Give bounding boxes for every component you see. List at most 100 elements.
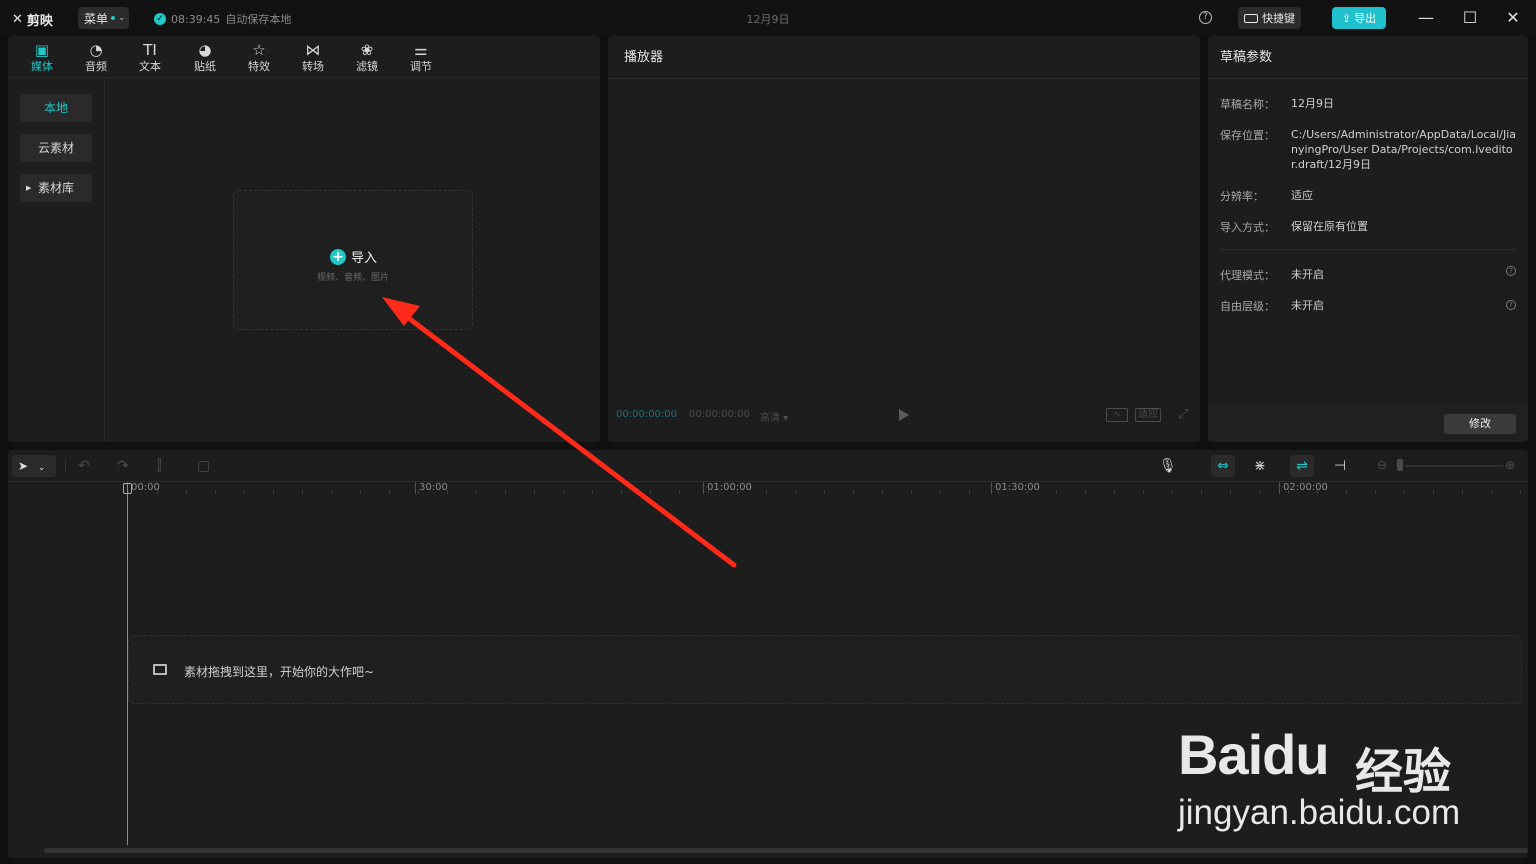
watermark-brand: Bai xyxy=(1178,723,1263,786)
maximize-button[interactable]: ☐ xyxy=(1460,8,1480,28)
tab-effects[interactable]: ☆ 特效 xyxy=(239,40,279,78)
export-label: 导出 xyxy=(1354,12,1377,25)
snap-icon[interactable]: ⋇ xyxy=(1254,458,1266,474)
project-title: 12月9日 xyxy=(746,13,790,26)
nav-library[interactable]: ▶ 素材库 xyxy=(20,174,92,202)
select-tool[interactable]: ➤ ⌄ xyxy=(12,455,56,477)
media-icon: ▣ xyxy=(34,41,50,59)
tab-label: 媒体 xyxy=(31,60,53,73)
filter-icon: ❀ xyxy=(360,41,374,59)
help-icon[interactable]: ? xyxy=(1199,11,1212,24)
nav-cloud[interactable]: 云素材 xyxy=(20,134,92,162)
tab-label: 文本 xyxy=(139,60,161,73)
playhead-handle[interactable] xyxy=(123,483,132,494)
draft-footer: 修改 xyxy=(1208,406,1528,442)
import-dropzone[interactable]: + 导入 视频、音频、图片 xyxy=(233,190,473,330)
draft-row-location: 保存位置： C:/Users/Administrator/AppData/Loc… xyxy=(1220,127,1519,172)
draft-panel: 草稿参数 草稿名称： 12月9日 保存位置： C:/Users/Administ… xyxy=(1208,36,1528,442)
split-icon[interactable]: ⫿ xyxy=(157,458,161,474)
tool-tabs: ▣ 媒体 ◔ 音频 TI 文本 ◕ 贴纸 ☆ 特效 ⋈ 转场 ❀ 滤镜 ⚌ 调节 xyxy=(8,36,600,78)
draft-key: 自由层级： xyxy=(1220,300,1275,313)
player-controls: 00:00:00:00 00:00:00:00 高清 ▾ ∿ 适应 ⤢ xyxy=(608,404,1200,428)
close-button[interactable]: ✕ xyxy=(1503,8,1523,28)
tab-adjust[interactable]: ⚌ 调节 xyxy=(401,40,441,78)
cursor-icon: ➤ xyxy=(18,459,29,473)
tab-label: 特效 xyxy=(248,60,270,73)
draft-row-import-mode: 导入方式： 保留在原有位置 xyxy=(1220,219,1519,235)
draft-value: 未开启 xyxy=(1291,268,1324,281)
keyboard-icon xyxy=(1244,13,1258,23)
audio-icon: ◔ xyxy=(89,41,103,59)
tab-transition[interactable]: ⋈ 转场 xyxy=(293,40,333,78)
shortcut-button[interactable]: 快捷键 xyxy=(1238,7,1301,29)
player-panel: 播放器 00:00:00:00 00:00:00:00 高清 ▾ ∿ 适应 ⤢ xyxy=(608,36,1200,442)
nav-local[interactable]: 本地 xyxy=(20,94,92,122)
timeline-toolbar: ➤ ⌄ ↶ ↷ ⫿ ▢ 🎙︎ ⇔ ⋇ ⇌ ⊣ ⊖ ⊕ xyxy=(8,450,1528,482)
quality-select[interactable]: 高清 ▾ xyxy=(760,409,788,424)
draft-row-name: 草稿名称： 12月9日 xyxy=(1220,96,1519,112)
watermark-jingyan: 经验 xyxy=(1355,744,1452,800)
draft-value: 未开启 xyxy=(1291,299,1324,312)
main-track-dropzone[interactable]: 素材拖拽到这里，开始你的大作吧~ xyxy=(128,635,1522,704)
redo-icon[interactable]: ↷ xyxy=(117,458,129,474)
horizontal-scrollbar[interactable] xyxy=(44,848,1528,853)
draft-key: 代理模式： xyxy=(1220,269,1275,282)
main-track-magnet-icon[interactable]: ⇔ xyxy=(1211,455,1235,477)
ratio-button[interactable]: 适应 xyxy=(1135,408,1161,422)
info-icon[interactable]: ? xyxy=(1506,266,1516,276)
tab-label: 音频 xyxy=(85,60,107,73)
watermark-url: jingyan.baidu.com xyxy=(1178,793,1461,832)
baidu-watermark-logo: Baidu xyxy=(1178,722,1330,787)
draft-value: 12月9日 xyxy=(1291,97,1334,110)
waveform-icon[interactable]: ∿ xyxy=(1106,408,1128,422)
zoom-out-icon[interactable]: ⊖ xyxy=(1377,458,1387,472)
import-label: 导入 xyxy=(351,251,378,266)
tab-text[interactable]: TI 文本 xyxy=(130,40,170,78)
fullscreen-icon[interactable]: ⤢ xyxy=(1178,407,1188,422)
minimize-button[interactable]: — xyxy=(1416,8,1436,28)
draft-key: 导入方式： xyxy=(1220,221,1275,234)
divider xyxy=(65,459,66,473)
microphone-icon[interactable]: 🎙︎ xyxy=(1159,458,1177,474)
sticker-icon: ◕ xyxy=(198,41,212,59)
quality-label: 高清 xyxy=(760,413,780,424)
preview-axis-icon[interactable]: ⊣ xyxy=(1334,458,1346,474)
import-button[interactable]: + 导入 xyxy=(330,247,377,266)
nav-library-label: 素材库 xyxy=(37,181,74,195)
tab-filter[interactable]: ❀ 滤镜 xyxy=(347,40,387,78)
zoom-in-icon[interactable]: ⊕ xyxy=(1505,458,1515,472)
draft-row-layer: 自由层级： 未开启 xyxy=(1220,298,1519,314)
shortcut-label: 快捷键 xyxy=(1262,12,1295,25)
info-icon[interactable]: ? xyxy=(1506,300,1516,310)
draft-key: 草稿名称： xyxy=(1220,98,1275,111)
delete-icon[interactable]: ▢ xyxy=(197,458,210,474)
draft-value: C:/Users/Administrator/AppData/Local/Jia… xyxy=(1291,128,1517,171)
play-icon[interactable] xyxy=(899,409,909,421)
zoom-slider-thumb[interactable] xyxy=(1397,459,1403,471)
tab-label: 滤镜 xyxy=(356,60,378,73)
media-side-nav: 本地 云素材 ▶ 素材库 xyxy=(8,79,105,442)
media-panel: ▣ 媒体 ◔ 音频 TI 文本 ◕ 贴纸 ☆ 特效 ⋈ 转场 ❀ 滤镜 ⚌ 调节 xyxy=(8,36,600,442)
adjust-icon: ⚌ xyxy=(414,41,428,59)
text-icon: TI xyxy=(143,41,157,59)
tab-media[interactable]: ▣ 媒体 xyxy=(22,40,62,78)
caret-right-icon: ▶ xyxy=(26,184,32,192)
drop-hint: 素材拖拽到这里，开始你的大作吧~ xyxy=(184,665,375,679)
tab-label: 调节 xyxy=(410,60,432,73)
transition-icon: ⋈ xyxy=(305,41,321,59)
ruler-minor-ticks xyxy=(128,490,1528,494)
export-button[interactable]: ⇪ 导出 xyxy=(1332,7,1386,29)
modify-button[interactable]: 修改 xyxy=(1444,414,1516,434)
zoom-slider-track[interactable] xyxy=(1405,465,1503,467)
draft-key: 分辨率： xyxy=(1220,190,1264,203)
link-icon[interactable]: ⇌ xyxy=(1290,455,1314,477)
undo-icon[interactable]: ↶ xyxy=(78,458,90,474)
tab-label: 贴纸 xyxy=(194,60,216,73)
chevron-down-icon: ⌄ xyxy=(37,463,46,473)
title-bar: ✕ 剪映 菜单 ⌄ ✓ 08:39:45 自动保存本地 12月9日 ? 快捷键 … xyxy=(0,0,1536,36)
draft-row-resolution: 分辨率： 适应 xyxy=(1220,188,1519,204)
tab-audio[interactable]: ◔ 音频 xyxy=(76,40,116,78)
tab-sticker[interactable]: ◕ 贴纸 xyxy=(185,40,225,78)
divider xyxy=(1220,249,1516,250)
import-hint: 视频、音频、图片 xyxy=(316,273,389,283)
